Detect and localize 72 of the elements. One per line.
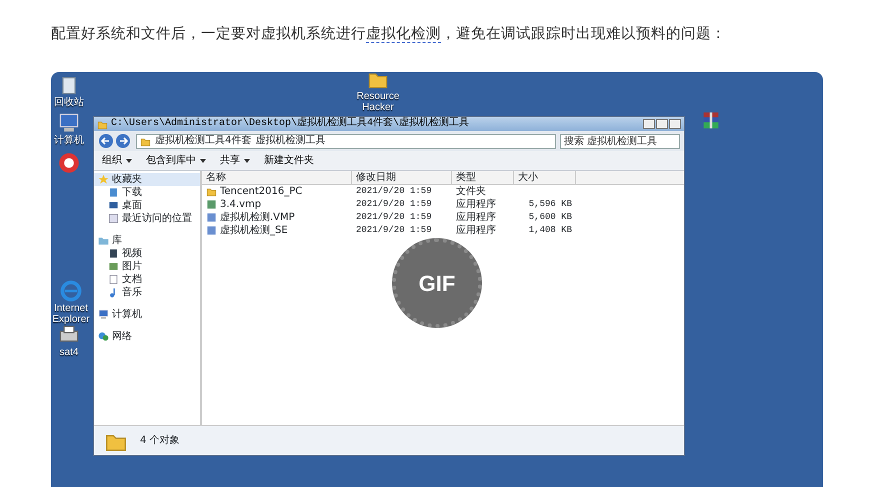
table-cell-text: 2021/9/20 1:59 — [355, 185, 433, 198]
folder-icon — [367, 72, 389, 90]
computer-icon — [98, 309, 109, 320]
ring-icon — [58, 152, 80, 174]
application-icon — [206, 199, 217, 210]
table-cell-text: 应用程序 — [455, 198, 497, 211]
caret-icon — [244, 158, 250, 162]
caret-icon — [126, 158, 132, 162]
column-header[interactable]: 名称 — [202, 171, 352, 184]
application-icon — [206, 225, 217, 236]
video-icon — [108, 248, 119, 259]
link[interactable]: 虚拟化检测 — [366, 26, 441, 43]
file-name: 3.4.vmp — [202, 198, 352, 211]
computer-icon — [58, 112, 80, 134]
file-name: 虚拟机检测.VMP — [202, 211, 352, 224]
nav-item[interactable]: 桌面 — [94, 199, 200, 212]
column-header[interactable]: 修改日期 — [352, 171, 452, 184]
nav-item[interactable]: 收藏夹 — [94, 173, 200, 186]
table-cell-text: 5,596 KB — [528, 198, 573, 211]
nav-item[interactable]: 图片 — [94, 260, 200, 273]
caret-icon — [200, 158, 206, 162]
minimize-button[interactable] — [643, 119, 655, 129]
icon-label: 回收站 — [53, 97, 85, 108]
search-field[interactable]: 搜索 虚拟机检测工具 — [560, 134, 680, 148]
desktop-icon — [108, 200, 119, 211]
icon-label: 计算机 — [53, 135, 85, 146]
network-icon — [98, 331, 109, 342]
star-icon — [98, 174, 109, 185]
recent-places-icon — [108, 213, 119, 224]
nav-item[interactable]: 库 — [94, 234, 200, 247]
back-forward-icon[interactable] — [98, 133, 132, 149]
document-icon — [108, 274, 119, 285]
toolbar-button[interactable]: 包含到库中 — [146, 154, 206, 167]
nav-item[interactable]: 最近访问的位置 — [94, 212, 200, 225]
nav-item[interactable]: 文档 — [94, 273, 200, 286]
table-cell-text: 文件夹 — [455, 185, 487, 198]
table-cell-text: 2021/9/20 1:59 — [355, 224, 433, 237]
nav-item[interactable]: 网络 — [94, 330, 200, 343]
status-text: 4 个对象 — [140, 434, 180, 448]
breadcrumb[interactable]: 虚拟机检测工具4件套 — [155, 135, 252, 147]
column-header[interactable]: 类型 — [452, 171, 514, 184]
paragraph: 配置好系统和文件后，一定要对虚拟机系统进行虚拟化检测，避免在调试跟踪时出现难以预料的问题： — [51, 24, 727, 45]
browser-icon — [60, 280, 82, 302]
toolbar-button[interactable]: 新建文件夹 — [264, 154, 314, 167]
nav-item[interactable]: 计算机 — [94, 308, 200, 321]
table-cell-text: 应用程序 — [455, 211, 497, 224]
icon-label: sat4 — [58, 347, 80, 358]
picture-icon — [108, 261, 119, 272]
address-bar[interactable]: 虚拟机检测工具4件套 虚拟机检测工具 — [136, 134, 556, 148]
application-icon — [206, 212, 217, 223]
icon-label: Resource Hacker — [356, 91, 400, 113]
folder-icon — [140, 136, 151, 146]
icon-label: Internet Explorer — [51, 303, 91, 325]
breadcrumb[interactable]: 虚拟机检测工具 — [255, 135, 326, 147]
download-icon — [108, 187, 119, 198]
window-title: C:\Users\Administrator\Desktop\虚拟机检测工具4件套\虚拟机检测工具 — [111, 118, 470, 130]
file-name: Tencent2016_PC — [202, 185, 352, 198]
file-name: 虚拟机检测_SE — [202, 224, 352, 237]
column-header[interactable]: 大小 — [514, 171, 576, 184]
table-cell-text: 5,600 KB — [528, 211, 573, 224]
table-cell-text: 1,408 KB — [528, 224, 573, 237]
maximize-button[interactable] — [656, 119, 668, 129]
table-cell-text: 应用程序 — [455, 224, 497, 237]
nav-item[interactable]: 下载 — [94, 186, 200, 199]
nav-item[interactable]: 音乐 — [94, 286, 200, 299]
close-button[interactable] — [669, 119, 681, 129]
nav-item[interactable]: 视频 — [94, 247, 200, 260]
library-icon — [98, 235, 109, 246]
table-cell-text: 2021/9/20 1:59 — [355, 198, 433, 211]
toolbar-button[interactable]: 共享 — [220, 154, 250, 167]
table-cell-text: 2021/9/20 1:59 — [355, 211, 433, 224]
toolbar-button[interactable]: 组织 — [102, 154, 132, 167]
